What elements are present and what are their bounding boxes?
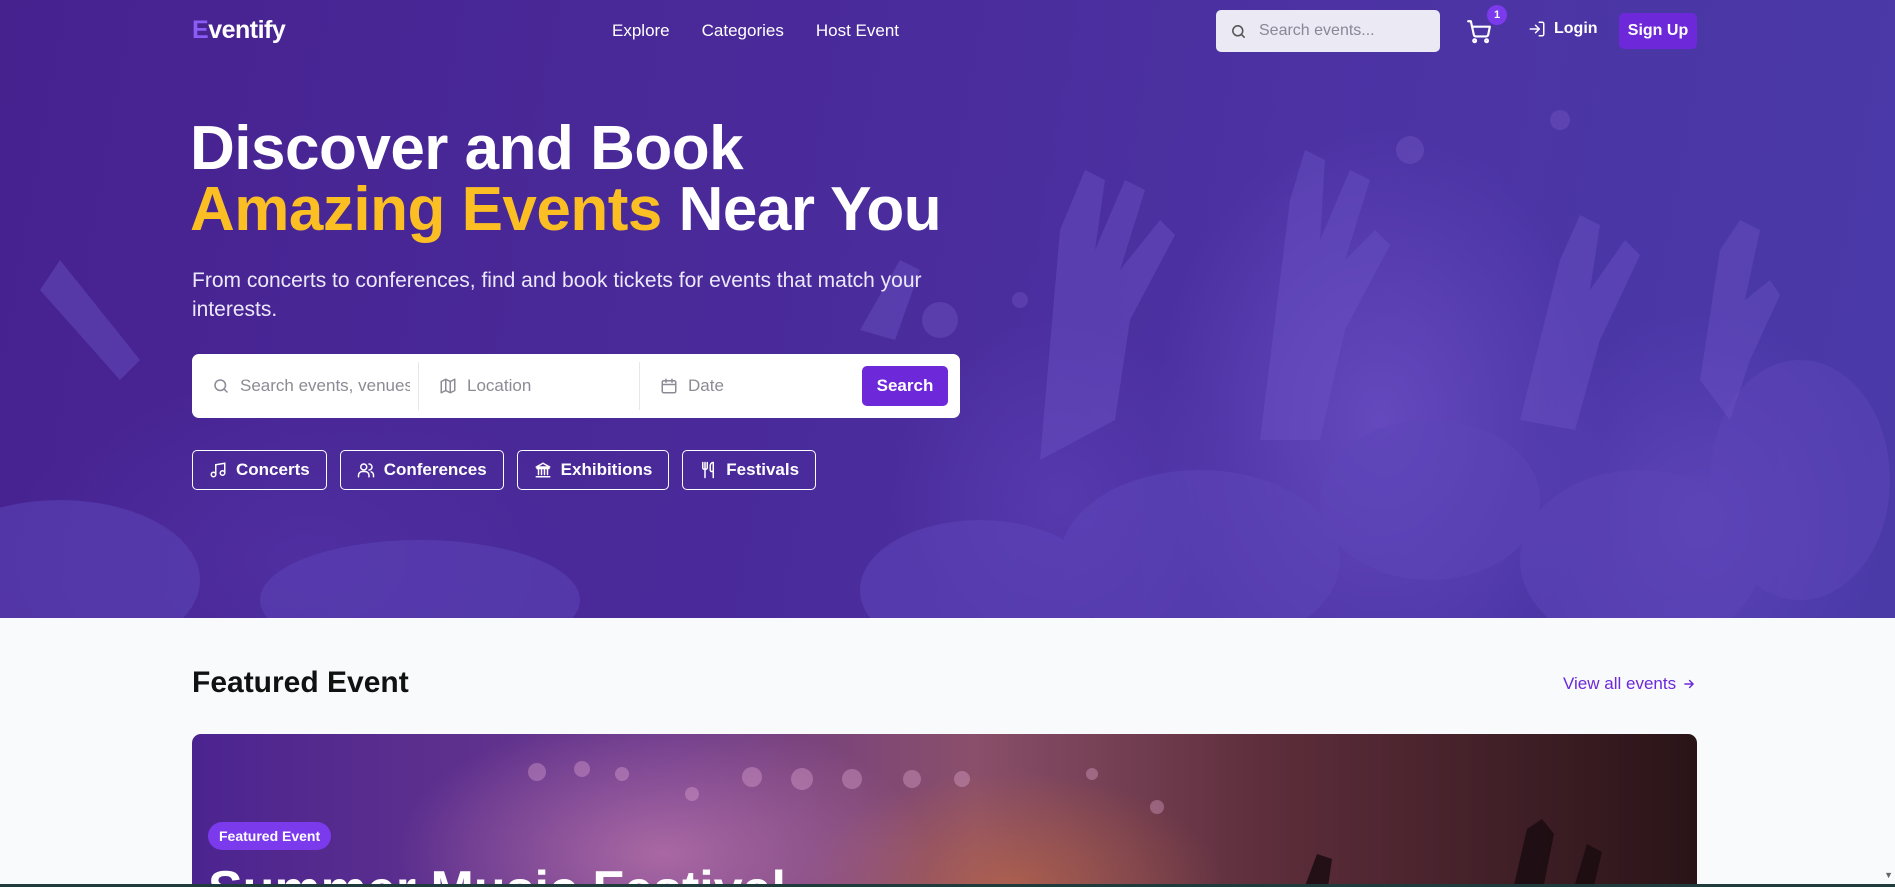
brand-logo[interactable]: Eventify <box>192 16 286 45</box>
hero-search-bar: Search <box>192 354 960 418</box>
hero-search-button[interactable]: Search <box>862 366 948 406</box>
logo-letter: E <box>192 16 209 44</box>
chip-label: Concerts <box>236 460 310 479</box>
login-label: Login <box>1554 20 1598 37</box>
date-field[interactable] <box>640 362 840 410</box>
signup-button[interactable]: Sign Up <box>1619 13 1697 49</box>
featured-badge: Featured Event <box>208 822 332 850</box>
view-all-events-link[interactable]: View all events <box>1563 674 1696 694</box>
headline-accent: Amazing Events <box>190 175 662 244</box>
headline-line1: Discover and Book <box>190 114 744 183</box>
featured-event-card[interactable]: Featured Event Summer Music Festival <box>192 734 1697 887</box>
search-icon <box>1232 24 1245 38</box>
calendar-icon <box>661 378 677 394</box>
cart-icon[interactable] <box>1466 18 1492 44</box>
landmark-icon <box>535 462 551 478</box>
nav-link-host-event[interactable]: Host Event <box>816 21 899 41</box>
chip-label: Conferences <box>383 460 487 479</box>
featured-event-title: Summer Music Festival <box>208 860 786 887</box>
nav-links: Explore Categories Host Event <box>612 21 899 41</box>
search-icon <box>214 379 228 393</box>
chip-festivals[interactable]: Festivals <box>682 450 817 490</box>
date-input[interactable] <box>688 376 828 396</box>
map-icon <box>440 378 456 394</box>
nav-search-input[interactable] <box>1259 22 1429 40</box>
featured-section-title: Featured Event <box>192 666 409 699</box>
view-all-label: View all events <box>1563 674 1677 693</box>
logo-text: ventify <box>208 16 286 44</box>
arrow-right-icon <box>1684 679 1694 689</box>
nav-search-box[interactable] <box>1216 10 1440 52</box>
nav-link-categories[interactable]: Categories <box>702 21 784 41</box>
location-input[interactable] <box>467 376 627 396</box>
scroll-down-arrow-icon[interactable]: ▼ <box>1884 870 1893 880</box>
top-navbar: Eventify Explore Categories Host Event 1… <box>0 0 1895 62</box>
chip-concerts[interactable]: Concerts <box>192 450 327 490</box>
location-field[interactable] <box>419 362 639 410</box>
login-icon <box>1529 21 1545 37</box>
music-note-icon <box>210 462 226 478</box>
category-chips: Concerts Conferences Exhibitions Festiva… <box>192 450 817 490</box>
cart-count-badge: 1 <box>1487 5 1507 25</box>
hero-headline: Discover and Book Amazing Events Near Yo… <box>190 118 942 241</box>
keyword-input[interactable] <box>240 376 410 396</box>
users-icon <box>357 463 374 478</box>
keyword-field[interactable] <box>192 362 418 410</box>
chip-conferences[interactable]: Conferences <box>339 450 504 490</box>
utensils-icon <box>702 461 715 479</box>
chip-label: Festivals <box>726 460 800 479</box>
hero-section: Eventify Explore Categories Host Event 1… <box>0 0 1895 618</box>
headline-rest: Near You <box>661 175 942 244</box>
login-button[interactable]: Login <box>1528 20 1598 38</box>
chip-exhibitions[interactable]: Exhibitions <box>516 450 670 490</box>
nav-link-explore[interactable]: Explore <box>612 21 670 41</box>
hero-subtitle: From concerts to conferences, find and b… <box>192 269 922 321</box>
chip-label: Exhibitions <box>560 460 653 479</box>
